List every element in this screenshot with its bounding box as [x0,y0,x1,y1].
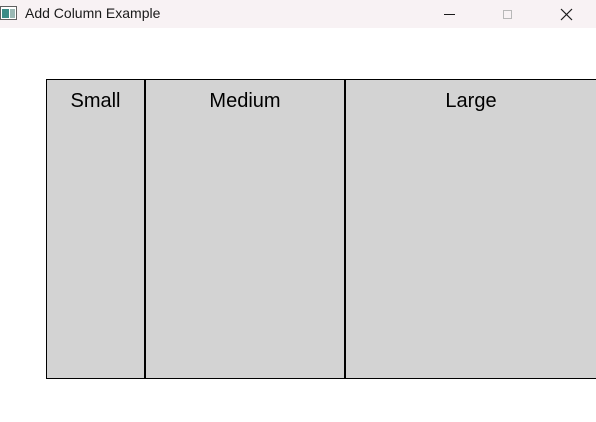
client-area: Small Medium Large [0,28,596,422]
column-small-label: Small [70,90,121,112]
close-icon [560,8,572,20]
column-grid: Small Medium Large [46,79,596,379]
maximize-icon [502,9,512,19]
column-medium: Medium [146,80,346,378]
window-title: Add Column Example [25,5,161,21]
app-window-icon [0,6,17,20]
title-bar[interactable]: Add Column Example [0,0,596,28]
column-medium-label: Medium [209,90,281,112]
minimize-button[interactable] [420,0,478,28]
column-small: Small [47,80,146,378]
minimize-icon [443,13,455,15]
app-window: Add Column Example Small Medium Large [0,0,596,422]
maximize-button[interactable] [478,0,536,28]
close-button[interactable] [537,0,595,28]
column-large-label: Large [445,90,497,112]
column-large: Large [346,80,596,378]
